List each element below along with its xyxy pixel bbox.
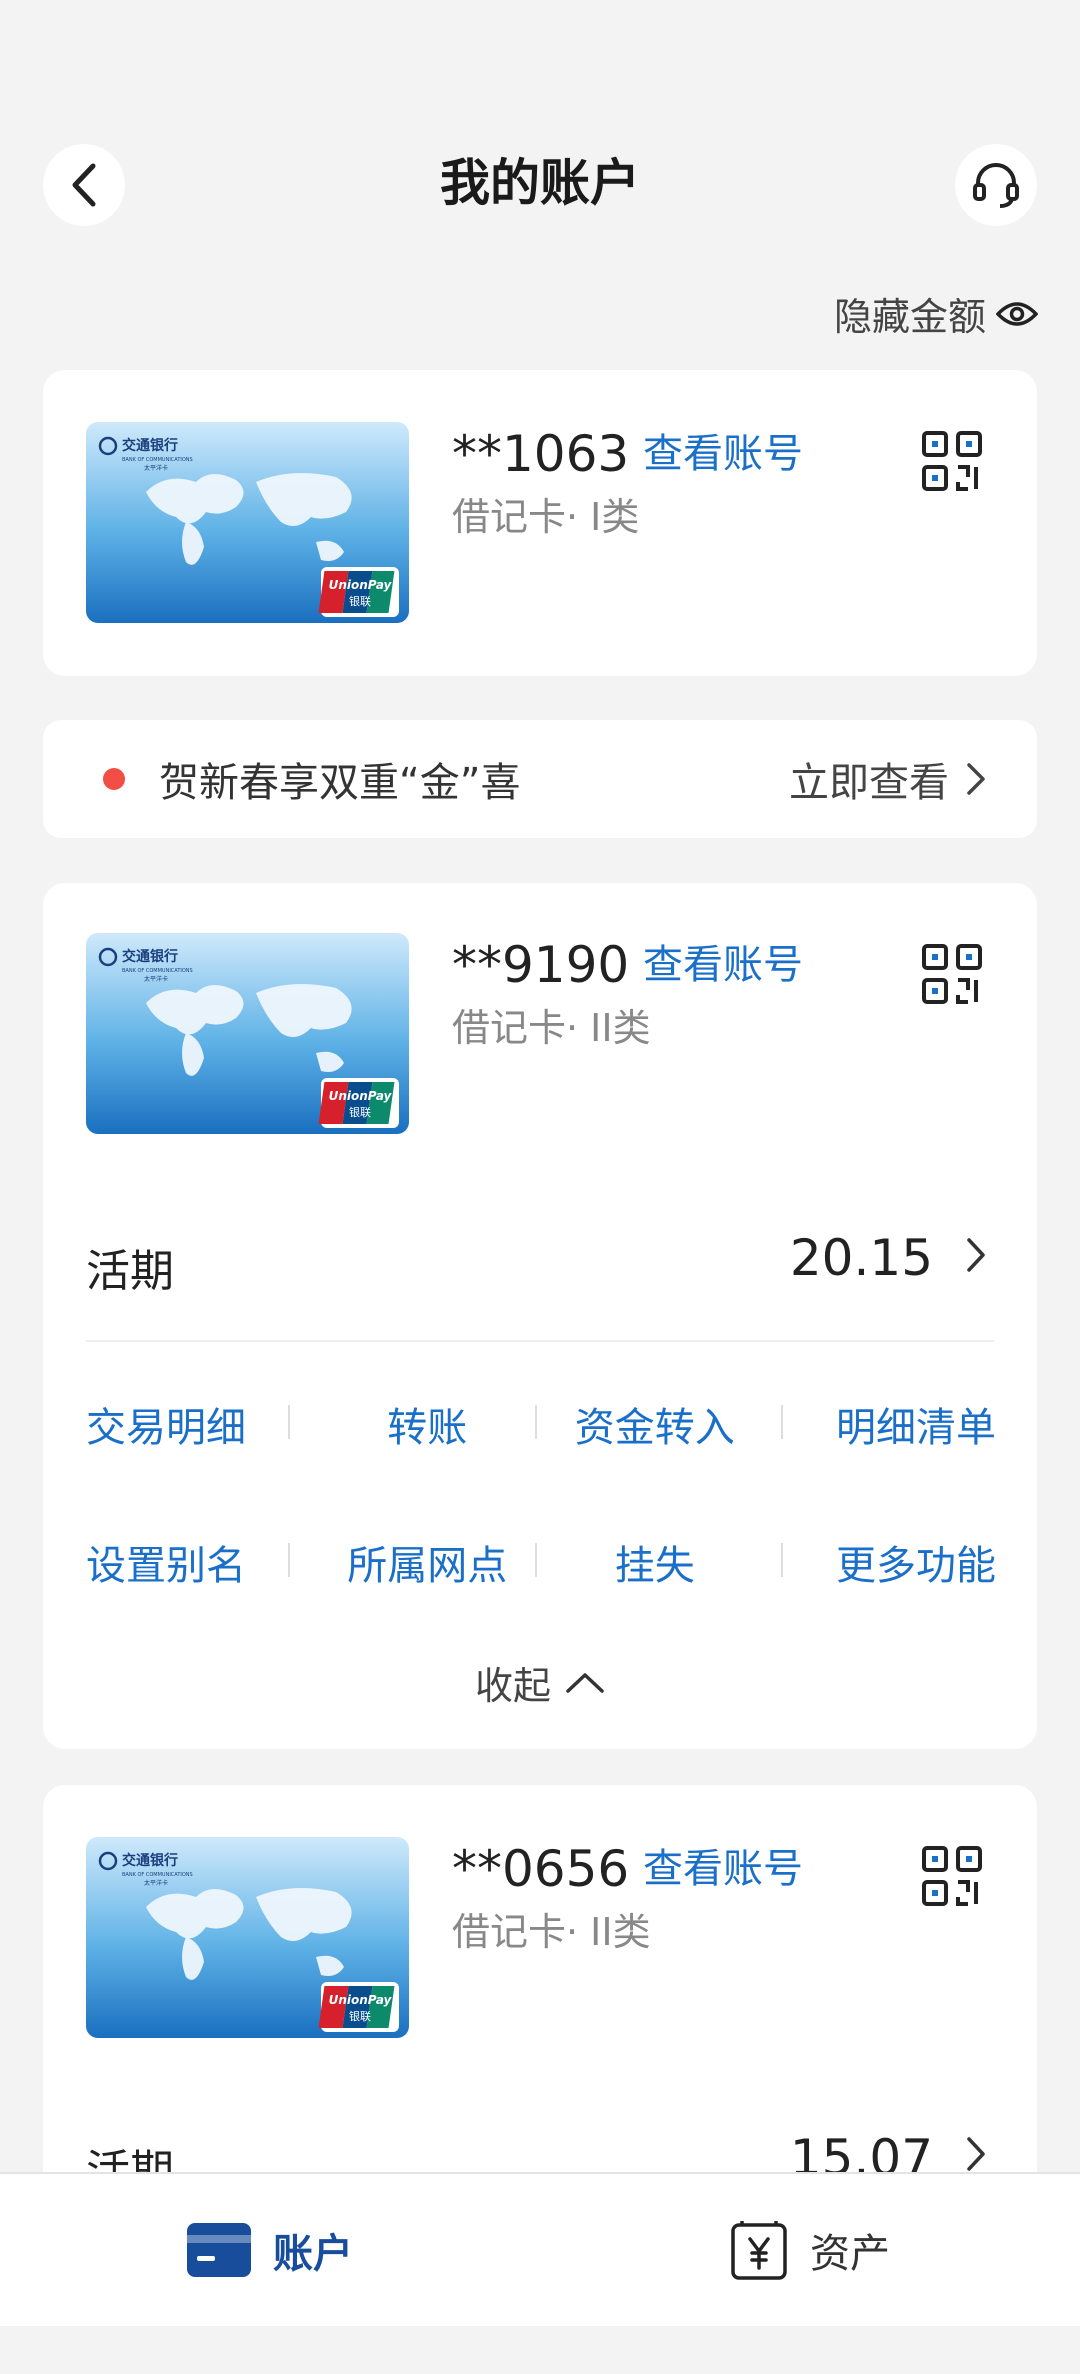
card-network-cn: 银联 bbox=[349, 2009, 371, 2023]
card-network: UnionPay bbox=[329, 578, 393, 592]
divider bbox=[86, 1340, 994, 1342]
fund-transfer-in-button[interactable]: 资金转入 bbox=[541, 1395, 769, 1453]
card-bank-name: 交通银行 bbox=[122, 437, 178, 454]
qr-code-icon[interactable] bbox=[921, 430, 983, 492]
more-functions-button[interactable]: 更多功能 bbox=[769, 1533, 996, 1591]
bank-card-image: 交通银行 BANK OF COMMUNICATIONS 太平洋卡 UnionPa… bbox=[86, 933, 409, 1134]
card-bank-name-en: BANK OF COMMUNICATIONS bbox=[122, 968, 193, 974]
action-separator bbox=[535, 1405, 537, 1439]
account-panel-2: 交通银行 BANK OF COMMUNICATIONS 太平洋卡 UnionPa… bbox=[43, 883, 1037, 1749]
card-number: **9190 bbox=[452, 936, 630, 994]
headset-icon bbox=[973, 163, 1019, 208]
action-separator bbox=[781, 1405, 783, 1439]
card-series: 太平洋卡 bbox=[144, 464, 168, 472]
bottom-tab-bar: 账户 资产 bbox=[0, 2172, 1080, 2326]
promo-banner[interactable]: 贺新春享双重“金”喜 立即查看 bbox=[43, 720, 1037, 838]
card-series: 太平洋卡 bbox=[144, 975, 168, 983]
promo-dot bbox=[103, 768, 125, 790]
action-separator bbox=[781, 1543, 783, 1577]
balance-label: 活期 bbox=[86, 1246, 174, 1297]
collapse-label: 收起 bbox=[474, 1664, 551, 1708]
card-network-cn: 银联 bbox=[349, 594, 371, 608]
view-account-link[interactable]: 查看账号 bbox=[643, 1839, 803, 1899]
qr-code-icon[interactable] bbox=[921, 943, 983, 1005]
tab-label: 资产 bbox=[810, 2231, 890, 2277]
account-actions-row-1: 交易明细 转账 资金转入 明细清单 bbox=[86, 1395, 996, 1453]
report-loss-button[interactable]: 挂失 bbox=[541, 1533, 769, 1591]
tab-assets[interactable]: 资产 bbox=[540, 2174, 1080, 2326]
tab-accounts[interactable]: 账户 bbox=[0, 2174, 540, 2326]
bank-card-image: 交通银行 BANK OF COMMUNICATIONS 太平洋卡 UnionPa… bbox=[86, 1837, 409, 2038]
statement-list-button[interactable]: 明细清单 bbox=[769, 1395, 996, 1453]
account-panel-1: 交通银行 BANK OF COMMUNICATIONS 太平洋卡 UnionPa… bbox=[43, 370, 1037, 676]
branch-button[interactable]: 所属网点 bbox=[314, 1533, 542, 1591]
action-separator bbox=[288, 1405, 290, 1439]
view-account-link[interactable]: 查看账号 bbox=[643, 935, 803, 995]
card-network: UnionPay bbox=[329, 1993, 393, 2007]
set-alias-button[interactable]: 设置别名 bbox=[86, 1533, 314, 1591]
promo-action[interactable]: 立即查看 bbox=[789, 750, 949, 808]
collapse-button[interactable]: 收起 bbox=[43, 1655, 1037, 1710]
action-separator bbox=[535, 1543, 537, 1577]
card-type: 借记卡· II类 bbox=[452, 1006, 651, 1050]
card-type: 借记卡· I类 bbox=[452, 495, 640, 539]
promo-text: 贺新春享双重“金”喜 bbox=[159, 760, 521, 806]
transaction-details-button[interactable]: 交易明细 bbox=[86, 1395, 314, 1453]
chevron-right-icon bbox=[967, 1238, 985, 1272]
card-number: **0656 bbox=[452, 1840, 630, 1898]
page-title: 我的账户 bbox=[440, 154, 640, 212]
hide-amount-toggle[interactable]: 隐藏金额 bbox=[834, 286, 1038, 341]
transfer-button[interactable]: 转账 bbox=[314, 1395, 542, 1453]
action-separator bbox=[288, 1543, 290, 1577]
card-network: UnionPay bbox=[329, 1089, 393, 1103]
qr-code-icon[interactable] bbox=[921, 1845, 983, 1907]
card-series: 太平洋卡 bbox=[144, 1879, 168, 1887]
chevron-up-icon bbox=[566, 1672, 604, 1693]
card-type: 借记卡· II类 bbox=[452, 1910, 651, 1954]
eye-icon bbox=[996, 301, 1038, 326]
chevron-right-icon bbox=[967, 763, 985, 795]
hide-amount-label: 隐藏金额 bbox=[833, 295, 986, 339]
customer-service-button[interactable] bbox=[955, 144, 1037, 226]
card-number: **1063 bbox=[452, 425, 630, 483]
balance-amount: 20.15 bbox=[789, 1229, 933, 1287]
header: 我的账户 bbox=[0, 0, 1080, 290]
card-bank-name: 交通银行 bbox=[122, 1852, 178, 1869]
card-bank-name: 交通银行 bbox=[122, 948, 178, 965]
account-panel-3: 交通银行 BANK OF COMMUNICATIONS 太平洋卡 UnionPa… bbox=[43, 1785, 1037, 2205]
card-network-cn: 银联 bbox=[349, 1105, 371, 1119]
chevron-right-icon bbox=[967, 2137, 985, 2171]
card-icon bbox=[187, 2223, 251, 2277]
account-actions-row-2: 设置别名 所属网点 挂失 更多功能 bbox=[86, 1533, 996, 1591]
bank-card-image: 交通银行 BANK OF COMMUNICATIONS 太平洋卡 UnionPa… bbox=[86, 422, 409, 623]
yuan-icon bbox=[731, 2221, 787, 2280]
view-account-link[interactable]: 查看账号 bbox=[643, 424, 803, 484]
card-bank-name-en: BANK OF COMMUNICATIONS bbox=[122, 457, 193, 463]
tab-label: 账户 bbox=[273, 2231, 353, 2277]
card-bank-name-en: BANK OF COMMUNICATIONS bbox=[122, 1872, 193, 1878]
